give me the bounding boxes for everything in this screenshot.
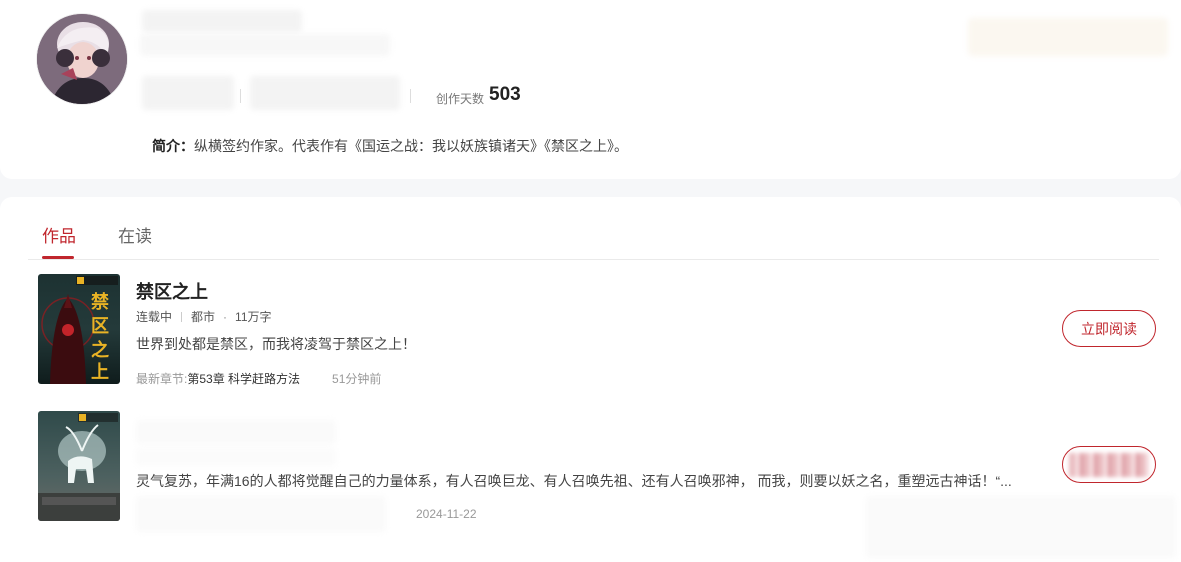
stat-redacted-1: [142, 76, 234, 110]
author-profile-card: 创作天数 503 简介：纵横签约作家。代表作有《国运之战：我以妖族镇诸天》《禁区…: [0, 0, 1181, 179]
latest-chapter-row: 最新章节:第53章 科学赶路方法 51分钟前: [136, 370, 381, 387]
read-now-button-redacted[interactable]: [1062, 446, 1156, 483]
tab-reading[interactable]: 在读: [118, 222, 152, 247]
stat-divider: [410, 89, 411, 103]
svg-text:区: 区: [91, 316, 109, 336]
avatar-image: [37, 14, 127, 104]
svg-text:禁: 禁: [91, 291, 109, 312]
stat-redacted-2: [250, 76, 400, 110]
latest-chapter-time: 51分钟前: [332, 372, 382, 386]
book-update-date: 2024-11-22: [416, 507, 477, 521]
book-status: 连载中: [136, 310, 173, 324]
tab-works[interactable]: 作品: [42, 222, 76, 247]
book-cover[interactable]: 禁 区 之 上: [38, 274, 120, 384]
book-description: 灵气复苏，年满16的人都将觉醒自己的力量体系，有人召唤巨龙、有人召唤先祖、还有人…: [136, 473, 1012, 489]
intro-text: 纵横签约作家。代表作有《国运之战：我以妖族镇诸天》《禁区之上》。: [194, 138, 628, 154]
svg-text:之: 之: [91, 339, 109, 360]
book-title[interactable]: 禁区之上: [136, 278, 208, 304]
author-intro: 简介：纵横签约作家。代表作有《国运之战：我以妖族镇诸天》《禁区之上》。: [152, 136, 628, 156]
book-word-count: 11万字: [235, 310, 272, 324]
book-cover-image: [38, 411, 120, 521]
button-label-redacted: [1069, 453, 1149, 477]
intro-label: 简介：: [152, 138, 194, 154]
meta-dot: ·: [223, 309, 228, 324]
book-meta-redacted: [136, 448, 336, 466]
creation-days-label: 创作天数: [436, 92, 485, 106]
latest-chapter-label: 最新章节:: [136, 372, 188, 386]
book-description: 世界到处都是禁区，而我将凌驾于禁区之上！: [136, 336, 416, 352]
meta-divider: [181, 311, 183, 322]
works-tabs: 作品 在读: [28, 197, 1159, 260]
follow-area-redacted: [968, 18, 1168, 56]
footer-redacted: [866, 496, 1176, 558]
latest-chapter-redacted: [136, 496, 386, 532]
author-name-redacted: [142, 10, 302, 32]
creation-days-value: 503: [489, 84, 521, 105]
book-title-redacted: [136, 420, 336, 444]
avatar[interactable]: [37, 14, 127, 104]
book-cover-image: 禁 区 之 上: [38, 274, 120, 384]
latest-chapter-link[interactable]: 第53章 科学赶路方法: [187, 372, 300, 386]
read-now-button[interactable]: 立即阅读: [1062, 310, 1156, 347]
book-category[interactable]: 都市: [191, 308, 215, 325]
svg-text:上: 上: [91, 362, 109, 382]
book-cover[interactable]: [38, 411, 120, 521]
book-meta: 连载中 都市 · 11万字: [136, 308, 272, 325]
active-tab-indicator: [42, 256, 74, 259]
author-subtitle-redacted: [140, 34, 390, 56]
stat-divider: [240, 89, 241, 103]
